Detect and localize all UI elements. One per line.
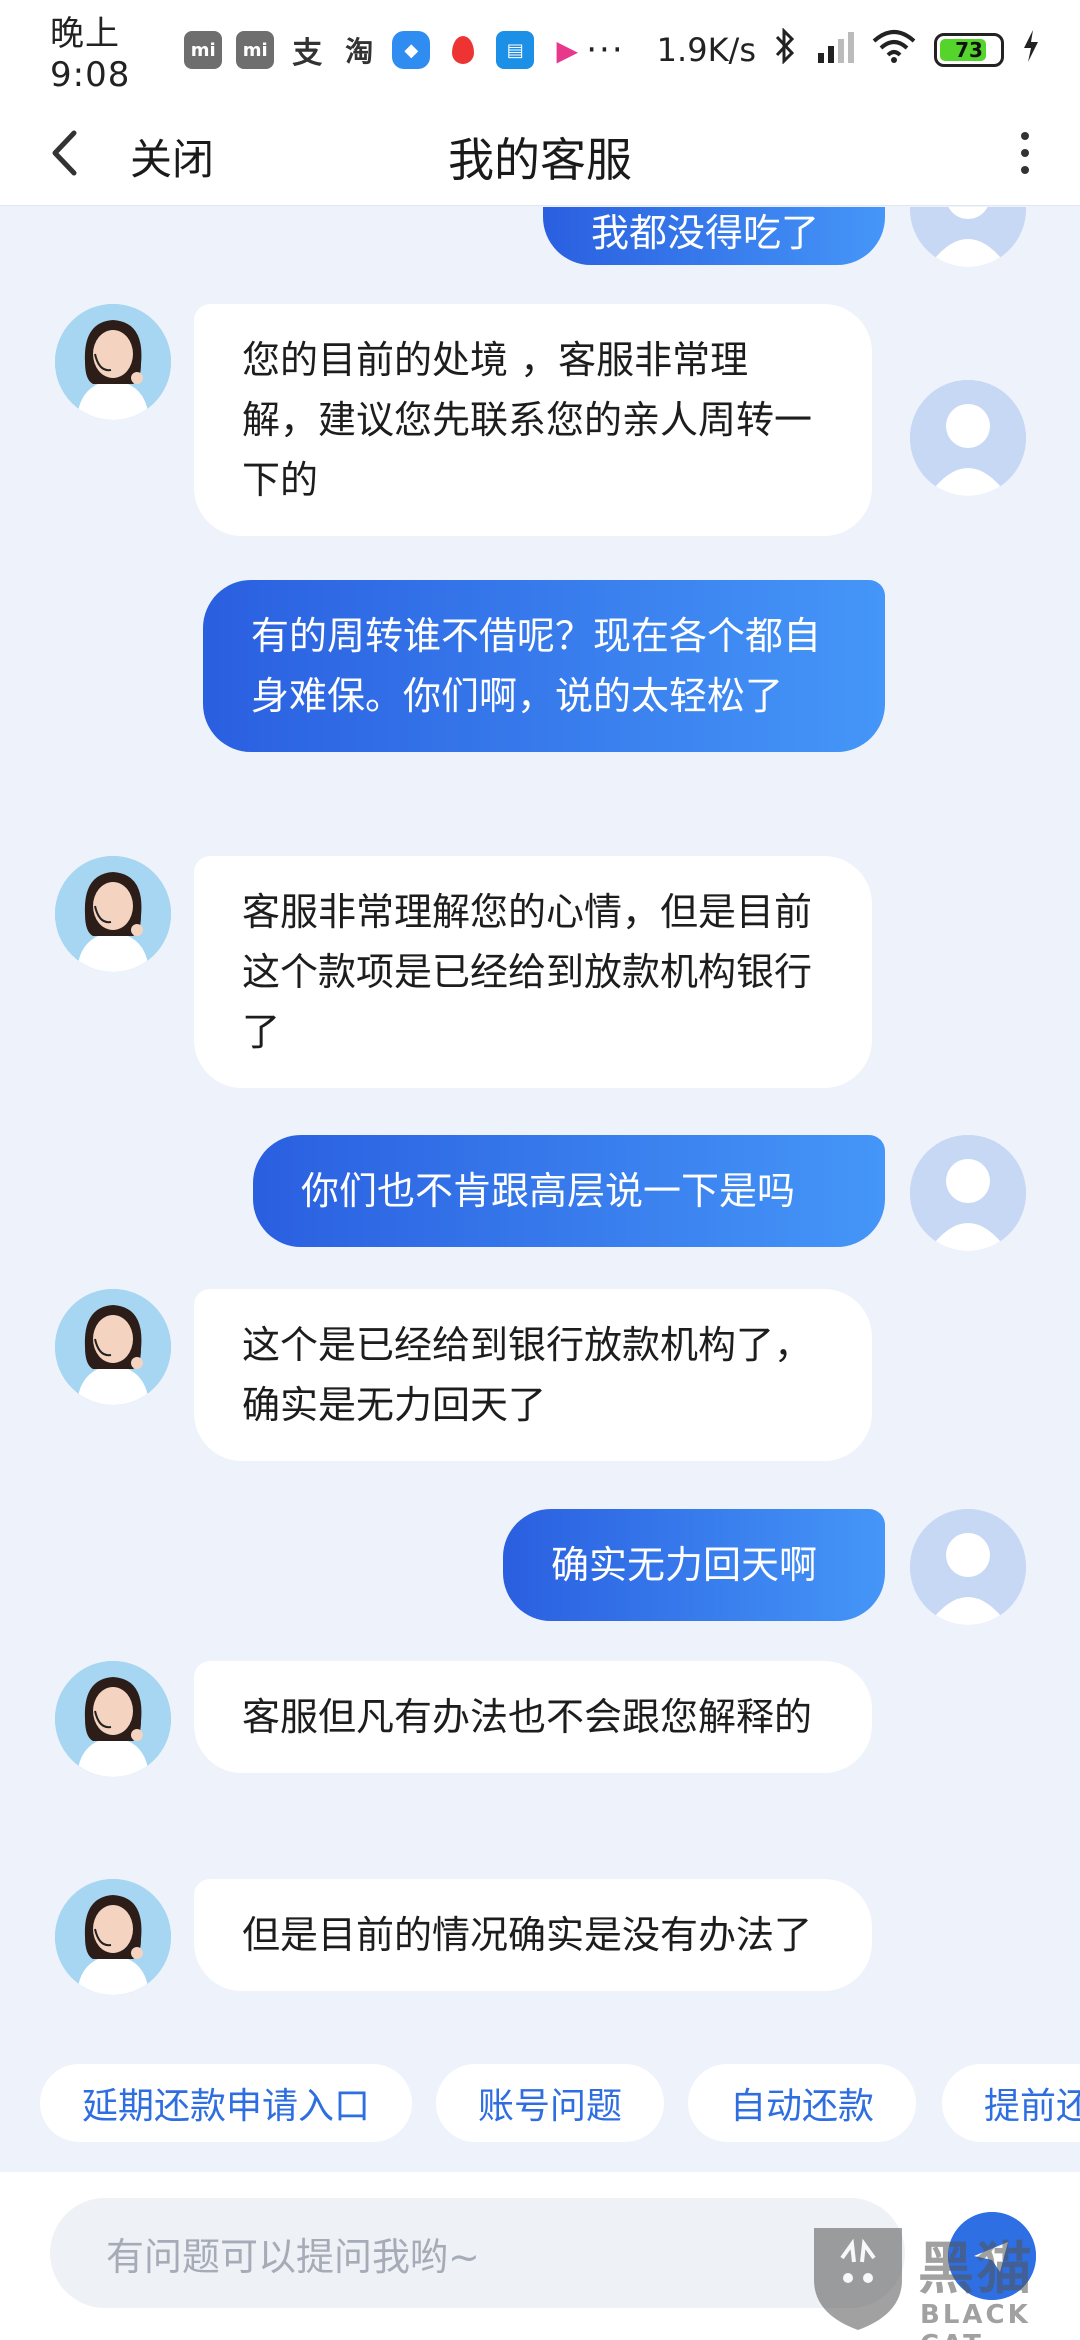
agent-message-text: 这个是已经给到银行放款机构了，确实是无力回天了 (242, 1323, 813, 1427)
more-notifications-icon: ··· (586, 30, 625, 70)
agent-message-bubble[interactable]: 客服非常理解您的心情，但是目前这个款项是已经给到放款机构银行了 (194, 856, 872, 1088)
close-button[interactable]: 关闭 (130, 126, 214, 187)
status-time: 晚上9:08 (50, 13, 131, 95)
user-message-text: 我都没得吃了 (591, 211, 820, 255)
agent-message-text: 客服非常理解您的心情，但是目前这个款项是已经给到放款机构银行了 (242, 890, 813, 1054)
quick-reply-chip[interactable]: 延期还款申请入口 (40, 2064, 412, 2142)
question-input[interactable]: 有问题可以提问我哟~ (50, 2198, 905, 2308)
user-avatar (910, 380, 1026, 496)
user-message-text: 确实无力回天啊 (551, 1543, 818, 1587)
alipay-icon: 支 (292, 36, 323, 71)
battery-level: 73 (955, 38, 983, 62)
doc-app-icon: ▤ (496, 31, 535, 69)
status-bar: 晚上9:08 mi mi 支 淘 ◆ ▤ ▶ ··· 1.9K/s 73 (0, 0, 1080, 100)
agent-avatar (55, 856, 171, 972)
agent-message-text: 您的目前的处境 ，客服非常理解，建议您先联系您的亲人周转一下的 (242, 338, 813, 502)
user-avatar (910, 207, 1026, 267)
agent-avatar (55, 304, 171, 420)
map-pin-icon (444, 31, 482, 69)
wifi-icon (872, 29, 916, 71)
charging-icon (1022, 29, 1040, 71)
user-avatar (910, 1509, 1026, 1625)
chat-message-list[interactable]: 我都没得吃了 您的目前的处境 ，客服非常理解，建议您先联系您的亲人周转一下的 有… (0, 207, 1080, 2057)
mi-icon: mi (184, 31, 223, 69)
taobao-icon: 淘 (345, 35, 374, 68)
mi-icon: mi (236, 31, 275, 69)
quick-reply-chip[interactable]: 账号问题 (436, 2064, 664, 2142)
battery-icon: 73 (934, 33, 1004, 67)
bluetooth-icon (774, 27, 796, 72)
blue-app-icon: ◆ (392, 31, 431, 69)
user-avatar (910, 1135, 1026, 1251)
agent-avatar (55, 1879, 171, 1995)
agent-message-text: 但是目前的情况确实是没有办法了 (242, 1913, 813, 1957)
agent-message-bubble[interactable]: 您的目前的处境 ，客服非常理解，建议您先联系您的亲人周转一下的 (194, 304, 872, 536)
send-button[interactable] (948, 2212, 1036, 2300)
agent-avatar (55, 1661, 171, 1777)
quick-reply-chip[interactable]: 提前还 (942, 2064, 1080, 2142)
video-play-icon: ▶ (556, 33, 578, 67)
agent-message-bubble[interactable]: 这个是已经给到银行放款机构了，确实是无力回天了 (194, 1289, 872, 1461)
user-message-text: 有的周转谁不借呢？现在各个都自身难保。你们啊，说的太轻松了 (251, 614, 822, 718)
status-right: ··· 1.9K/s 73 (586, 27, 1040, 72)
back-arrow-icon[interactable] (42, 130, 88, 176)
nav-bar: 关闭 我的客服 (0, 100, 1080, 206)
network-speed: 1.9K/s (656, 31, 756, 69)
user-message-bubble[interactable]: 我都没得吃了 (543, 207, 885, 265)
input-bar: 有问题可以提问我哟~ (0, 2172, 1080, 2340)
agent-message-bubble[interactable]: 客服但凡有办法也不会跟您解释的 (194, 1661, 872, 1773)
signal-icon (814, 29, 854, 71)
user-message-text: 你们也不肯跟高层说一下是吗 (301, 1169, 796, 1213)
user-message-bubble[interactable]: 你们也不肯跟高层说一下是吗 (253, 1135, 885, 1247)
more-menu-icon[interactable] (1010, 128, 1040, 178)
quick-reply-row[interactable]: 延期还款申请入口 账号问题 自动还款 提前还 (0, 2064, 1080, 2144)
quick-reply-chip[interactable]: 自动还款 (688, 2064, 916, 2142)
user-message-bubble[interactable]: 确实无力回天啊 (503, 1509, 885, 1621)
agent-avatar (55, 1289, 171, 1405)
agent-message-bubble[interactable]: 但是目前的情况确实是没有办法了 (194, 1879, 872, 1991)
agent-message-text: 客服但凡有办法也不会跟您解释的 (242, 1695, 813, 1739)
status-app-icons: mi mi 支 淘 ◆ ▤ ▶ (184, 31, 586, 71)
user-message-bubble[interactable]: 有的周转谁不借呢？现在各个都自身难保。你们啊，说的太轻松了 (203, 580, 885, 752)
